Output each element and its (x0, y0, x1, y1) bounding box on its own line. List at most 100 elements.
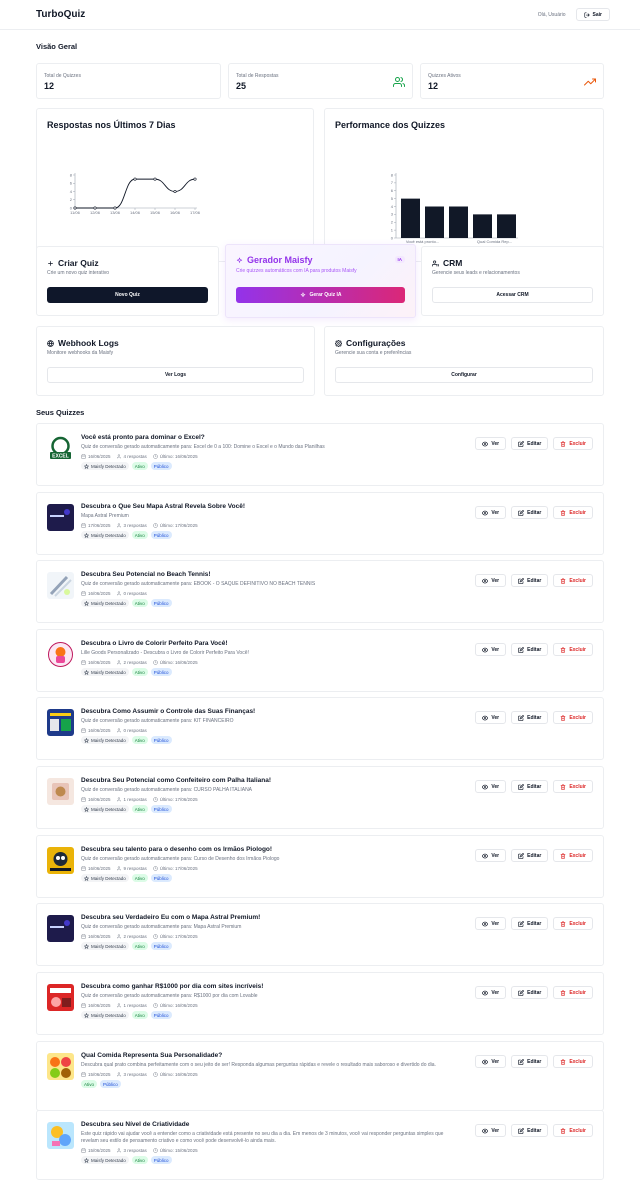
quiz-title[interactable]: Descubra Como Assumir o Controle das Sua… (81, 708, 461, 716)
quiz-card[interactable]: Descubra seu Nível de Criatividade Este … (36, 1110, 604, 1180)
view-quiz-button[interactable]: Ver (475, 1055, 507, 1068)
edit-quiz-button[interactable]: Editar (511, 574, 549, 587)
quiz-card[interactable]: Descubra Como Assumir o Controle das Sua… (36, 697, 604, 760)
delete-quiz-button[interactable]: Excluir (553, 849, 593, 862)
quiz-card[interactable]: Descubra Seu Potencial no Beach Tennis! … (36, 560, 604, 623)
delete-quiz-button[interactable]: Excluir (553, 506, 593, 519)
x-tick-label: 12/06 (90, 210, 101, 215)
quiz-date: 16/06/2025 (81, 866, 111, 871)
quiz-title[interactable]: Descubra o Que Seu Mapa Astral Revela So… (81, 503, 461, 511)
quiz-title[interactable]: Descubra Seu Potencial no Beach Tennis! (81, 571, 461, 579)
edit-quiz-button[interactable]: Editar (511, 917, 549, 930)
quiz-card[interactable]: Qual Comida Representa Sua Personalidade… (36, 1041, 604, 1111)
quiz-thumbnail (47, 847, 74, 874)
delete-quiz-button[interactable]: Excluir (553, 780, 593, 793)
view-quiz-button[interactable]: Ver (475, 643, 507, 656)
header-right: Olá, Usuário Sair (538, 8, 610, 21)
view-quiz-button[interactable]: Ver (475, 986, 507, 999)
quiz-card[interactable]: Descubra Seu Potencial como Confeiteiro … (36, 766, 604, 829)
card-title-text: CRM (443, 258, 463, 268)
y-tick-label: 8 (391, 172, 394, 177)
quiz-responses: 4 respostas (116, 454, 147, 459)
trash-icon (561, 509, 566, 516)
quiz-title[interactable]: Descubra como ganhar R$1000 por dia com … (81, 983, 461, 991)
y-tick-label: 5 (391, 196, 394, 201)
quiz-card[interactable]: Descubra seu talento para o desenho com … (36, 835, 604, 898)
view-quiz-button[interactable]: Ver (475, 437, 507, 450)
users-icon (393, 77, 405, 87)
calendar-icon (81, 1003, 86, 1008)
edit-quiz-button[interactable]: Editar (511, 506, 549, 519)
quiz-responses-text: 3 respostas (123, 1148, 147, 1153)
edit-quiz-button[interactable]: Editar (511, 711, 549, 724)
delete-quiz-button[interactable]: Excluir (553, 986, 593, 999)
x-tick-label: 16/06 (170, 210, 181, 215)
clock-icon (153, 934, 158, 939)
calendar-icon (81, 934, 86, 939)
quiz-title[interactable]: Descubra seu Nível de Criatividade (81, 1121, 461, 1129)
quiz-last-response: Último: 16/06/2025 (153, 660, 198, 665)
quiz-title[interactable]: Qual Comida Representa Sua Personalidade… (81, 1052, 461, 1060)
view-quiz-button[interactable]: Ver (475, 780, 507, 793)
edit-quiz-button[interactable]: Editar (511, 1124, 549, 1137)
quiz-meta: 16/06/2025 1 respostas Último: 17/06/202… (81, 797, 461, 802)
quiz-date-text: 16/06/2025 (88, 934, 111, 939)
quiz-responses: 3 respostas (116, 523, 147, 528)
star-icon (84, 1012, 89, 1018)
quiz-card[interactable]: Descubra como ganhar R$1000 por dia com … (36, 972, 604, 1035)
series-line (74, 178, 196, 209)
quiz-card[interactable]: Descubra o Que Seu Mapa Astral Revela So… (36, 492, 604, 555)
quiz-responses: 1 respostas (116, 797, 147, 802)
quiz-card[interactable]: Descubra o Livro de Colorir Perfeito Par… (36, 629, 604, 692)
eye-icon (482, 1059, 489, 1064)
logout-button[interactable]: Sair (575, 8, 610, 21)
delete-quiz-button[interactable]: Excluir (553, 711, 593, 724)
brand-logo[interactable]: TurboQuiz (36, 9, 85, 20)
access-crm-button[interactable]: Acessar CRM (432, 287, 593, 303)
quiz-meta: 15/06/2025 3 respostas Último: 15/06/202… (81, 1148, 461, 1153)
view-quiz-button[interactable]: Ver (475, 1124, 507, 1137)
new-quiz-button[interactable]: Novo Quiz (47, 287, 208, 303)
view-quiz-button[interactable]: Ver (475, 917, 507, 930)
delete-quiz-button[interactable]: Excluir (553, 917, 593, 930)
quiz-tags: Maisfy Detectado Ativo Público (81, 668, 461, 676)
edit-label: Editar (527, 1058, 542, 1065)
quiz-title[interactable]: Descubra Seu Potencial como Confeiteiro … (81, 777, 461, 785)
quiz-meta: 16/06/2025 2 respostas Último: 17/06/202… (81, 934, 461, 939)
quiz-title[interactable]: Descubra seu Verdadeiro Eu com o Mapa As… (81, 914, 461, 922)
view-logs-button[interactable]: Ver Logs (47, 367, 304, 383)
generate-ai-quiz-button[interactable]: Gerar Quiz IA (236, 287, 405, 303)
y-tick-label: 2 (70, 197, 73, 202)
data-point (93, 206, 97, 210)
view-quiz-button[interactable]: Ver (475, 506, 507, 519)
stats-row: Total de Quizzes 12 Total de Respostas 2… (36, 63, 604, 99)
edit-quiz-button[interactable]: Editar (511, 1055, 549, 1068)
card-title-text: Gerador Maisfy (247, 255, 313, 265)
delete-quiz-button[interactable]: Excluir (553, 437, 593, 450)
delete-quiz-button[interactable]: Excluir (553, 574, 593, 587)
view-quiz-button[interactable]: Ver (475, 711, 507, 724)
view-quiz-button[interactable]: Ver (475, 574, 507, 587)
clock-icon (153, 1072, 158, 1077)
quiz-title[interactable]: Você está pronto para dominar o Excel? (81, 434, 461, 442)
delete-quiz-button[interactable]: Excluir (553, 1124, 593, 1137)
edit-quiz-button[interactable]: Editar (511, 986, 549, 999)
quiz-responses: 2 respostas (116, 660, 147, 665)
edit-label: Editar (527, 852, 542, 859)
configure-button[interactable]: Configurar (335, 367, 593, 383)
edit-quiz-button[interactable]: Editar (511, 643, 549, 656)
quiz-thumbnail-wrap (47, 984, 74, 1011)
view-quiz-button[interactable]: Ver (475, 849, 507, 862)
quiz-title[interactable]: Descubra seu talento para o desenho com … (81, 846, 461, 854)
y-tick-label: 2 (391, 220, 394, 225)
edit-quiz-button[interactable]: Editar (511, 780, 549, 793)
edit-quiz-button[interactable]: Editar (511, 849, 549, 862)
quiz-card[interactable]: Descubra seu Verdadeiro Eu com o Mapa As… (36, 903, 604, 966)
quiz-card[interactable]: EXCEL Você está pronto para dominar o Ex… (36, 423, 604, 486)
edit-quiz-button[interactable]: Editar (511, 437, 549, 450)
quiz-title[interactable]: Descubra o Livro de Colorir Perfeito Par… (81, 640, 461, 648)
trash-icon (561, 577, 566, 584)
clock-icon (153, 660, 158, 665)
delete-quiz-button[interactable]: Excluir (553, 1055, 593, 1068)
delete-quiz-button[interactable]: Excluir (553, 643, 593, 656)
